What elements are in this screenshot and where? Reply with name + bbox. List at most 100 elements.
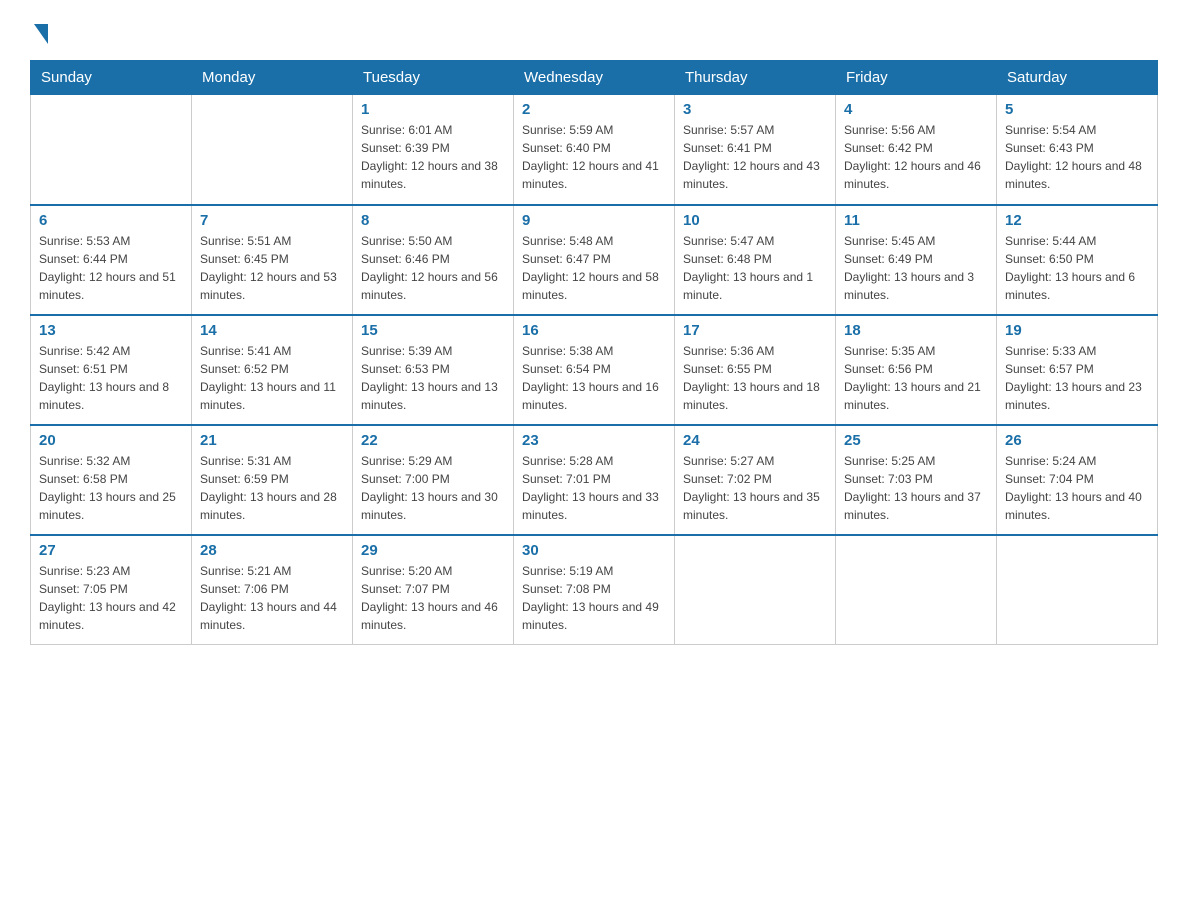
calendar-cell: 27 Sunrise: 5:23 AMSunset: 7:05 PMDayligh… bbox=[31, 535, 192, 645]
day-info: Sunrise: 5:45 AMSunset: 6:49 PMDaylight:… bbox=[844, 232, 988, 304]
calendar-cell: 6 Sunrise: 5:53 AMSunset: 6:44 PMDaylight… bbox=[31, 205, 192, 315]
calendar-cell: 14Sunrise: 5:41 AMSunset: 6:52 PMDayligh… bbox=[192, 315, 353, 425]
day-header-saturday: Saturday bbox=[997, 61, 1158, 95]
calendar-cell: 4 Sunrise: 5:56 AMSunset: 6:42 PMDaylight… bbox=[836, 95, 997, 205]
day-number: 23 bbox=[522, 432, 666, 449]
day-number: 15 bbox=[361, 322, 505, 339]
calendar-body: 1 Sunrise: 6:01 AMSunset: 6:39 PMDaylight… bbox=[31, 95, 1158, 645]
day-number: 5 bbox=[1005, 101, 1149, 118]
calendar-cell: 12 Sunrise: 5:44 AMSunset: 6:50 PMDayligh… bbox=[997, 205, 1158, 315]
calendar-week-1: 1 Sunrise: 6:01 AMSunset: 6:39 PMDaylight… bbox=[31, 95, 1158, 205]
day-header-wednesday: Wednesday bbox=[514, 61, 675, 95]
calendar-week-2: 6 Sunrise: 5:53 AMSunset: 6:44 PMDaylight… bbox=[31, 205, 1158, 315]
day-number: 16 bbox=[522, 322, 666, 339]
day-number: 9 bbox=[522, 212, 666, 229]
day-number: 1 bbox=[361, 101, 505, 118]
day-number: 12 bbox=[1005, 212, 1149, 229]
day-info: Sunrise: 5:28 AMSunset: 7:01 PMDaylight:… bbox=[522, 452, 666, 524]
day-number: 21 bbox=[200, 432, 344, 449]
calendar-cell: 9 Sunrise: 5:48 AMSunset: 6:47 PMDaylight… bbox=[514, 205, 675, 315]
day-header-monday: Monday bbox=[192, 61, 353, 95]
calendar-cell: 24Sunrise: 5:27 AMSunset: 7:02 PMDayligh… bbox=[675, 425, 836, 535]
calendar-cell: 11Sunrise: 5:45 AMSunset: 6:49 PMDayligh… bbox=[836, 205, 997, 315]
calendar-cell: 28 Sunrise: 5:21 AMSunset: 7:06 PMDayligh… bbox=[192, 535, 353, 645]
day-number: 14 bbox=[200, 322, 344, 339]
calendar-cell bbox=[675, 535, 836, 645]
calendar-cell: 17 Sunrise: 5:36 AMSunset: 6:55 PMDayligh… bbox=[675, 315, 836, 425]
calendar-cell: 1 Sunrise: 6:01 AMSunset: 6:39 PMDaylight… bbox=[353, 95, 514, 205]
day-number: 22 bbox=[361, 432, 505, 449]
calendar-cell bbox=[31, 95, 192, 205]
calendar-header: SundayMondayTuesdayWednesdayThursdayFrid… bbox=[31, 61, 1158, 95]
day-info: Sunrise: 6:01 AMSunset: 6:39 PMDaylight:… bbox=[361, 121, 505, 193]
day-number: 30 bbox=[522, 542, 666, 559]
day-info: Sunrise: 5:48 AMSunset: 6:47 PMDaylight:… bbox=[522, 232, 666, 304]
calendar-cell: 26 Sunrise: 5:24 AMSunset: 7:04 PMDayligh… bbox=[997, 425, 1158, 535]
day-info: Sunrise: 5:57 AMSunset: 6:41 PMDaylight:… bbox=[683, 121, 827, 193]
day-number: 6 bbox=[39, 212, 183, 229]
day-info: Sunrise: 5:32 AMSunset: 6:58 PMDaylight:… bbox=[39, 452, 183, 524]
day-number: 10 bbox=[683, 212, 827, 229]
day-number: 26 bbox=[1005, 432, 1149, 449]
day-info: Sunrise: 5:23 AMSunset: 7:05 PMDaylight:… bbox=[39, 562, 183, 634]
day-info: Sunrise: 5:24 AMSunset: 7:04 PMDaylight:… bbox=[1005, 452, 1149, 524]
day-number: 20 bbox=[39, 432, 183, 449]
day-info: Sunrise: 5:51 AMSunset: 6:45 PMDaylight:… bbox=[200, 232, 344, 304]
calendar-cell: 2 Sunrise: 5:59 AMSunset: 6:40 PMDaylight… bbox=[514, 95, 675, 205]
day-info: Sunrise: 5:56 AMSunset: 6:42 PMDaylight:… bbox=[844, 121, 988, 193]
calendar-cell: 5Sunrise: 5:54 AMSunset: 6:43 PMDaylight… bbox=[997, 95, 1158, 205]
calendar-cell: 8 Sunrise: 5:50 AMSunset: 6:46 PMDaylight… bbox=[353, 205, 514, 315]
calendar-cell: 19Sunrise: 5:33 AMSunset: 6:57 PMDayligh… bbox=[997, 315, 1158, 425]
calendar-cell: 18Sunrise: 5:35 AMSunset: 6:56 PMDayligh… bbox=[836, 315, 997, 425]
calendar-cell: 23 Sunrise: 5:28 AMSunset: 7:01 PMDayligh… bbox=[514, 425, 675, 535]
day-info: Sunrise: 5:27 AMSunset: 7:02 PMDaylight:… bbox=[683, 452, 827, 524]
day-number: 8 bbox=[361, 212, 505, 229]
day-info: Sunrise: 5:44 AMSunset: 6:50 PMDaylight:… bbox=[1005, 232, 1149, 304]
calendar-cell bbox=[192, 95, 353, 205]
calendar-week-4: 20 Sunrise: 5:32 AMSunset: 6:58 PMDayligh… bbox=[31, 425, 1158, 535]
day-info: Sunrise: 5:50 AMSunset: 6:46 PMDaylight:… bbox=[361, 232, 505, 304]
day-number: 17 bbox=[683, 322, 827, 339]
day-info: Sunrise: 5:59 AMSunset: 6:40 PMDaylight:… bbox=[522, 121, 666, 193]
day-number: 25 bbox=[844, 432, 988, 449]
calendar-cell: 13 Sunrise: 5:42 AMSunset: 6:51 PMDayligh… bbox=[31, 315, 192, 425]
calendar-cell: 16Sunrise: 5:38 AMSunset: 6:54 PMDayligh… bbox=[514, 315, 675, 425]
day-info: Sunrise: 5:47 AMSunset: 6:48 PMDaylight:… bbox=[683, 232, 827, 304]
logo-triangle-icon bbox=[34, 24, 48, 44]
day-number: 13 bbox=[39, 322, 183, 339]
day-info: Sunrise: 5:21 AMSunset: 7:06 PMDaylight:… bbox=[200, 562, 344, 634]
calendar-cell: 20 Sunrise: 5:32 AMSunset: 6:58 PMDayligh… bbox=[31, 425, 192, 535]
calendar-table: SundayMondayTuesdayWednesdayThursdayFrid… bbox=[30, 60, 1158, 645]
calendar-cell: 15 Sunrise: 5:39 AMSunset: 6:53 PMDayligh… bbox=[353, 315, 514, 425]
day-number: 29 bbox=[361, 542, 505, 559]
calendar-week-5: 27 Sunrise: 5:23 AMSunset: 7:05 PMDayligh… bbox=[31, 535, 1158, 645]
day-info: Sunrise: 5:35 AMSunset: 6:56 PMDaylight:… bbox=[844, 342, 988, 414]
day-header-tuesday: Tuesday bbox=[353, 61, 514, 95]
day-info: Sunrise: 5:29 AMSunset: 7:00 PMDaylight:… bbox=[361, 452, 505, 524]
day-number: 27 bbox=[39, 542, 183, 559]
calendar-week-3: 13 Sunrise: 5:42 AMSunset: 6:51 PMDayligh… bbox=[31, 315, 1158, 425]
day-number: 2 bbox=[522, 101, 666, 118]
day-info: Sunrise: 5:53 AMSunset: 6:44 PMDaylight:… bbox=[39, 232, 183, 304]
day-header-thursday: Thursday bbox=[675, 61, 836, 95]
day-info: Sunrise: 5:20 AMSunset: 7:07 PMDaylight:… bbox=[361, 562, 505, 634]
day-number: 4 bbox=[844, 101, 988, 118]
page-header bbox=[30, 20, 1158, 40]
calendar-cell: 22 Sunrise: 5:29 AMSunset: 7:00 PMDayligh… bbox=[353, 425, 514, 535]
calendar-cell: 30Sunrise: 5:19 AMSunset: 7:08 PMDayligh… bbox=[514, 535, 675, 645]
day-header-sunday: Sunday bbox=[31, 61, 192, 95]
logo bbox=[30, 20, 48, 40]
day-number: 28 bbox=[200, 542, 344, 559]
calendar-cell: 3 Sunrise: 5:57 AMSunset: 6:41 PMDaylight… bbox=[675, 95, 836, 205]
day-info: Sunrise: 5:42 AMSunset: 6:51 PMDaylight:… bbox=[39, 342, 183, 414]
day-info: Sunrise: 5:36 AMSunset: 6:55 PMDaylight:… bbox=[683, 342, 827, 414]
day-number: 7 bbox=[200, 212, 344, 229]
calendar-cell bbox=[997, 535, 1158, 645]
day-info: Sunrise: 5:31 AMSunset: 6:59 PMDaylight:… bbox=[200, 452, 344, 524]
day-number: 3 bbox=[683, 101, 827, 118]
day-number: 19 bbox=[1005, 322, 1149, 339]
calendar-cell bbox=[836, 535, 997, 645]
day-info: Sunrise: 5:25 AMSunset: 7:03 PMDaylight:… bbox=[844, 452, 988, 524]
calendar-cell: 21 Sunrise: 5:31 AMSunset: 6:59 PMDayligh… bbox=[192, 425, 353, 535]
day-info: Sunrise: 5:39 AMSunset: 6:53 PMDaylight:… bbox=[361, 342, 505, 414]
